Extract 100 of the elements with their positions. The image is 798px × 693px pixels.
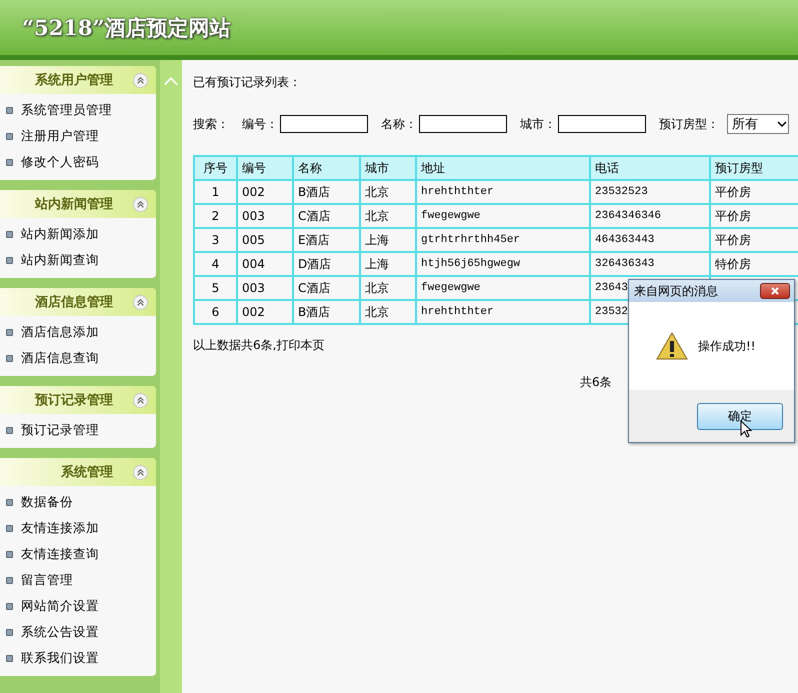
sidebar-item[interactable]: 酒店信息查询 — [21, 350, 99, 366]
input-field[interactable] — [558, 115, 646, 133]
caret-icon — [777, 121, 787, 127]
table-cell: 004 — [237, 252, 293, 276]
table-cell: fwegewgwe — [416, 276, 590, 300]
column-header: 序号 — [194, 156, 237, 180]
dialog-message: 操作成功!! — [698, 338, 756, 354]
collapse-icon[interactable] — [133, 72, 148, 88]
table-cell: C酒店 — [293, 204, 360, 228]
table-cell: B酒店 — [293, 180, 360, 204]
field-label: 编号： — [242, 116, 278, 132]
sidebar-item[interactable]: 注册用户管理 — [21, 128, 99, 144]
bullet-icon — [6, 628, 13, 636]
field-label: 城市： — [520, 116, 556, 132]
sidebar-item[interactable]: 友情连接添加 — [21, 520, 99, 536]
sidebar-item[interactable]: 站内新闻添加 — [21, 226, 99, 242]
collapse-icon[interactable] — [133, 294, 148, 310]
collapse-icon[interactable] — [133, 464, 148, 480]
column-header: 电话 — [590, 156, 710, 180]
sidebar-item[interactable]: 网站简介设置 — [21, 598, 99, 614]
column-header: 地址 — [416, 156, 590, 180]
close-button[interactable] — [760, 283, 790, 299]
bullet-icon — [6, 256, 13, 264]
section-header[interactable]: 站内新闻管理 — [0, 190, 156, 218]
table-cell: fwegewgwe — [416, 204, 590, 228]
table-cell: 5 — [194, 276, 237, 300]
bullet-icon — [6, 498, 13, 506]
warning-icon — [656, 332, 688, 360]
input-field[interactable] — [280, 115, 368, 133]
table-cell: 平价房 — [710, 228, 798, 252]
table-cell: 002 — [237, 180, 293, 204]
table-cell: gtrhtrhrthh45er — [416, 228, 590, 252]
table-cell: 464363443 — [590, 228, 710, 252]
collapse-icon[interactable] — [133, 196, 148, 212]
table-cell: B酒店 — [293, 300, 360, 324]
table-cell: 6 — [194, 300, 237, 324]
table-cell: 北京 — [360, 276, 416, 300]
section-header[interactable]: 预订记录管理 — [0, 386, 156, 414]
bullet-icon — [6, 426, 13, 434]
collapse-icon[interactable] — [133, 392, 148, 408]
table-cell: 2 — [194, 204, 237, 228]
ok-button[interactable]: 确定 — [697, 402, 783, 430]
room-type-select[interactable]: 所有 — [727, 114, 789, 134]
table-cell: 特价房 — [710, 252, 798, 276]
table-cell: 4 — [194, 252, 237, 276]
table-cell: 北京 — [360, 180, 416, 204]
bullet-icon — [6, 132, 13, 140]
table-cell: C酒店 — [293, 276, 360, 300]
section-header[interactable]: 系统管理 — [0, 458, 156, 486]
bullet-icon — [6, 550, 13, 558]
column-header: 预订房型 — [710, 156, 798, 180]
pagination-text: 共6条 — [580, 375, 612, 389]
bullet-icon — [6, 354, 13, 362]
bullet-icon — [6, 654, 13, 662]
table-cell: hrehththter — [416, 180, 590, 204]
column-header: 名称 — [293, 156, 360, 180]
page-heading: 已有预订记录列表： — [193, 74, 302, 90]
cursor-icon — [740, 420, 752, 438]
table-cell: 3 — [194, 228, 237, 252]
table-cell: 003 — [237, 276, 293, 300]
sidebar-item[interactable]: 数据备份 — [21, 494, 73, 510]
sidebar-item[interactable]: 系统管理员管理 — [21, 102, 112, 118]
table-cell: hrehththter — [416, 300, 590, 324]
bullet-icon — [6, 106, 13, 114]
table-cell: 上海 — [360, 228, 416, 252]
bullet-icon — [6, 158, 13, 166]
bullet-icon — [6, 602, 13, 610]
table-cell: D酒店 — [293, 252, 360, 276]
sidebar-item[interactable]: 站内新闻查询 — [21, 252, 99, 268]
site-title: “5218”酒店预定网站 — [22, 14, 231, 42]
table-cell: 北京 — [360, 204, 416, 228]
table-cell: 326436343 — [590, 252, 710, 276]
table-cell: 上海 — [360, 252, 416, 276]
close-icon — [770, 286, 780, 296]
input-field[interactable] — [419, 115, 507, 133]
section-header[interactable]: 系统用户管理 — [0, 66, 156, 94]
bullet-icon — [6, 328, 13, 336]
bullet-icon — [6, 576, 13, 584]
column-header: 城市 — [360, 156, 416, 180]
sidebar-item[interactable]: 留言管理 — [21, 572, 73, 588]
sidebar-item[interactable]: 系统公告设置 — [21, 624, 99, 640]
table-cell: 005 — [237, 228, 293, 252]
table-cell: 1 — [194, 180, 237, 204]
field-label: 预订房型： — [659, 116, 719, 132]
table-cell: 平价房 — [710, 180, 798, 204]
table-cell: 002 — [237, 300, 293, 324]
sidebar-item[interactable]: 预订记录管理 — [21, 422, 99, 438]
table-cell: htjh56j65hgwegw — [416, 252, 590, 276]
sidebar-item[interactable]: 酒店信息添加 — [21, 324, 99, 340]
sidebar-item[interactable]: 友情连接查询 — [21, 546, 99, 562]
search-label: 搜索： — [193, 116, 229, 132]
table-cell: E酒店 — [293, 228, 360, 252]
sidebar-item[interactable]: 联系我们设置 — [21, 650, 99, 666]
sidebar-item[interactable]: 修改个人密码 — [21, 154, 99, 170]
section-header[interactable]: 酒店信息管理 — [0, 288, 156, 316]
bullet-icon — [6, 230, 13, 238]
table-cell: 2364346346 — [590, 204, 710, 228]
summary-text: 以上数据共6条,打印本页 — [193, 337, 324, 354]
table-cell: 23532523 — [590, 180, 710, 204]
field-label: 名称： — [381, 116, 417, 132]
